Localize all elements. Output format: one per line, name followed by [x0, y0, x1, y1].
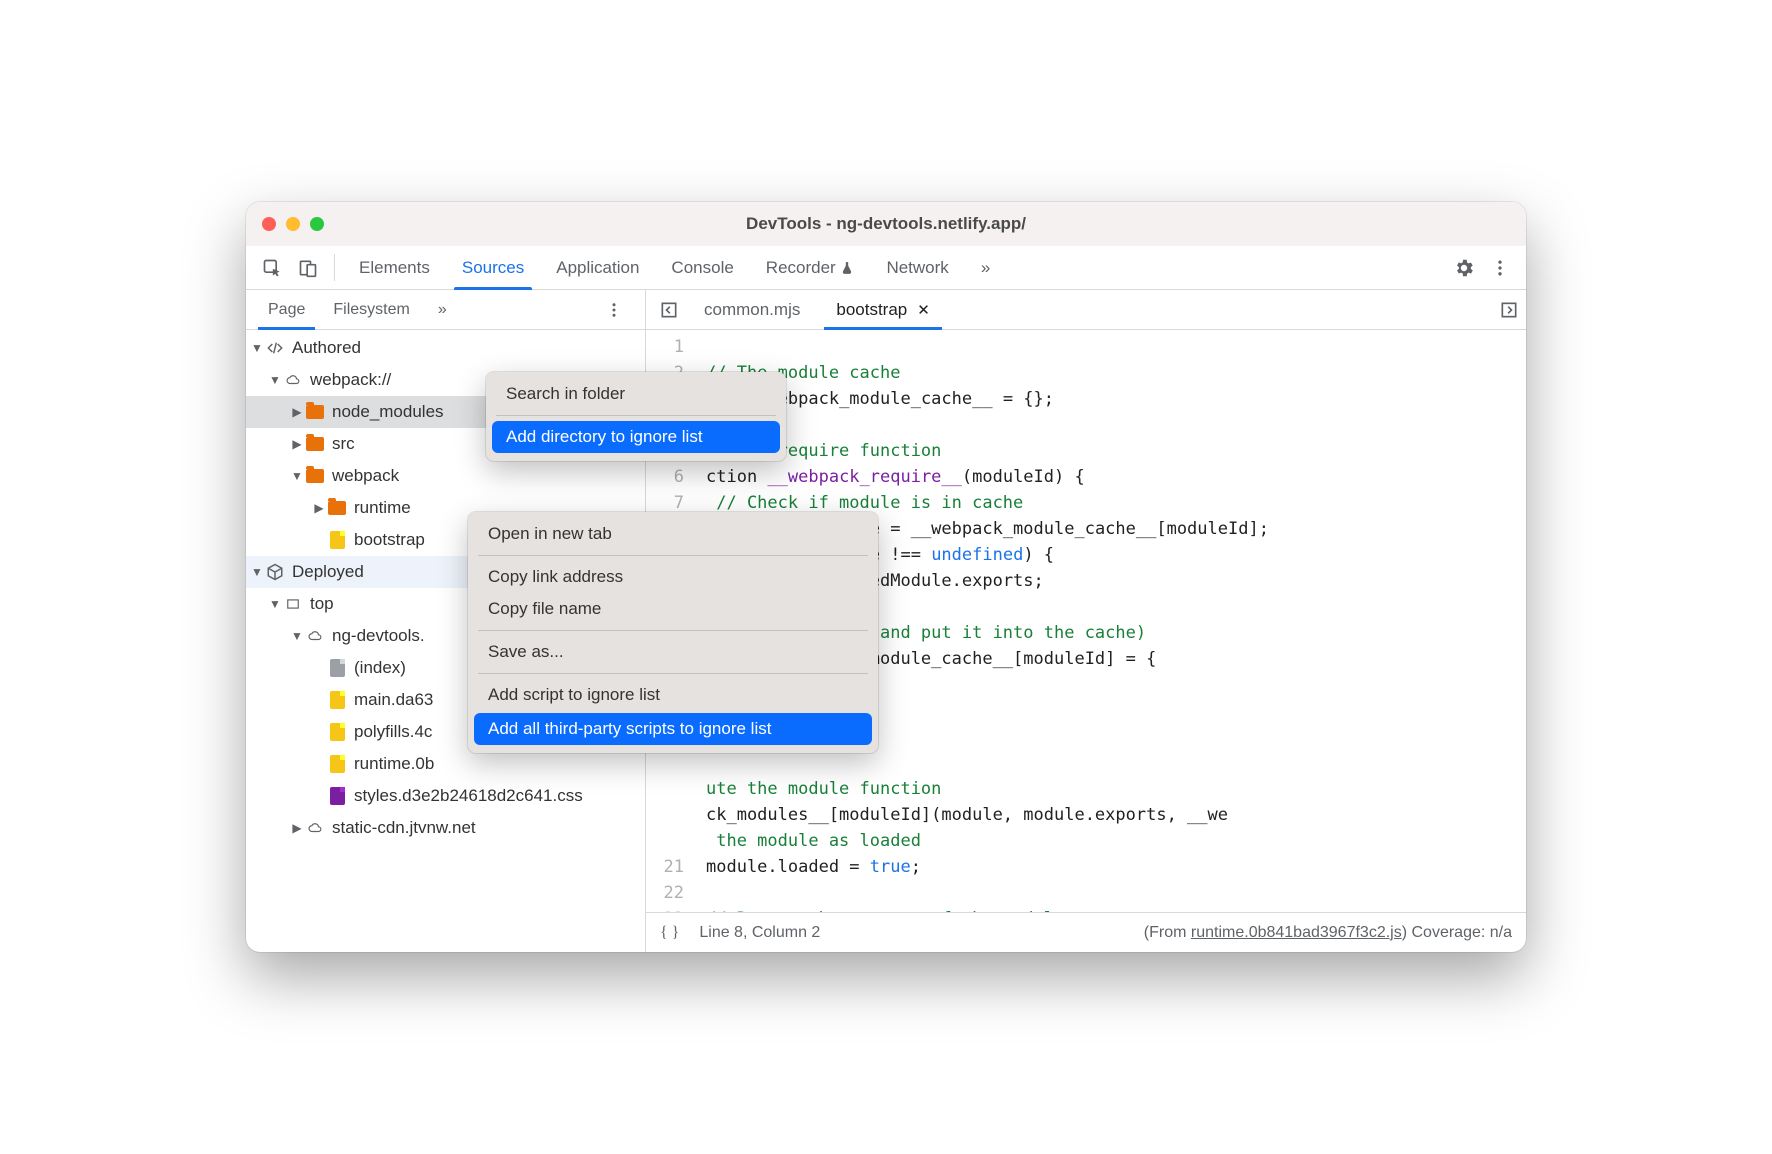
menu-item-add-all-3p-ignore[interactable]: Add all third-party scripts to ignore li… [474, 713, 872, 745]
tab-network[interactable]: Network [870, 246, 964, 289]
kebab-menu-icon[interactable] [1482, 246, 1518, 289]
code-icon [264, 337, 286, 359]
navigator-tabs: Page Filesystem » [246, 290, 645, 330]
editor-history-fwd-icon[interactable] [1492, 290, 1526, 329]
inspect-element-icon[interactable] [254, 246, 290, 289]
frame-icon [282, 593, 304, 615]
pretty-print-icon[interactable]: { } [660, 924, 679, 942]
folder-icon [326, 497, 348, 519]
context-menu-file: Open in new tab Copy link address Copy f… [468, 512, 878, 753]
titlebar: DevTools - ng-devtools.netlify.app/ [246, 202, 1526, 246]
tree-label: Deployed [292, 562, 364, 582]
context-menu-folder: Search in folder Add directory to ignore… [486, 372, 786, 461]
file-icon [326, 753, 348, 775]
editor-history-back-icon[interactable] [652, 290, 686, 329]
tree-label: src [332, 434, 355, 454]
devtools-window: DevTools - ng-devtools.netlify.app/ Elem… [246, 202, 1526, 952]
flask-icon [840, 260, 854, 276]
tab-recorder[interactable]: Recorder [750, 246, 871, 289]
device-toolbar-icon[interactable] [290, 246, 326, 289]
editor-tabs: common.mjs bootstrap ✕ [646, 290, 1526, 330]
tree-item-webpack-folder[interactable]: ▼ webpack [246, 460, 645, 492]
tree-label: static-cdn.jtvnw.net [332, 818, 476, 838]
folder-icon [304, 433, 326, 455]
file-icon [326, 657, 348, 679]
tabs-overflow[interactable]: » [965, 246, 1006, 289]
file-icon [326, 721, 348, 743]
tab-console[interactable]: Console [655, 246, 749, 289]
navtab-filesystem[interactable]: Filesystem [319, 290, 423, 329]
sources-body: Page Filesystem » ▼ Authored ▼ webpack:/… [246, 290, 1526, 952]
menu-item-search-folder[interactable]: Search in folder [486, 378, 786, 410]
menu-item-add-script-ignore[interactable]: Add script to ignore list [468, 679, 878, 711]
tree-label: top [310, 594, 334, 614]
tree-group-authored[interactable]: ▼ Authored [246, 332, 645, 364]
file-icon [326, 785, 348, 807]
cloud-icon [282, 369, 304, 391]
tab-elements[interactable]: Elements [343, 246, 446, 289]
cloud-icon [304, 625, 326, 647]
window-title: DevTools - ng-devtools.netlify.app/ [246, 214, 1526, 234]
tree-label: bootstrap [354, 530, 425, 550]
tree-label: Authored [292, 338, 361, 358]
tree-label: webpack [332, 466, 399, 486]
devtools-main-tabs: Elements Sources Application Console Rec… [246, 246, 1526, 290]
tree-file-styles[interactable]: styles.d3e2b24618d2c641.css [246, 780, 645, 812]
tree-label: ng-devtools. [332, 626, 425, 646]
folder-icon [304, 465, 326, 487]
file-icon [326, 529, 348, 551]
source-origin: (From runtime.0b841bad3967f3c2.js) Cover… [1144, 924, 1512, 942]
tree-label: polyfills.4c [354, 722, 432, 742]
cloud-icon [304, 817, 326, 839]
menu-item-save-as[interactable]: Save as... [468, 636, 878, 668]
menu-item-open-new-tab[interactable]: Open in new tab [468, 518, 878, 550]
tree-label: main.da63 [354, 690, 433, 710]
editor-tab-common[interactable]: common.mjs [686, 290, 818, 329]
tab-application[interactable]: Application [540, 246, 655, 289]
tree-label: runtime [354, 498, 411, 518]
tree-label: styles.d3e2b24618d2c641.css [354, 786, 583, 806]
menu-item-copy-link[interactable]: Copy link address [468, 561, 878, 593]
folder-icon [304, 401, 326, 423]
tree-label: webpack:// [310, 370, 391, 390]
menu-item-add-dir-ignore[interactable]: Add directory to ignore list [492, 421, 780, 453]
navigator-kebab-icon[interactable] [591, 290, 637, 329]
navtab-overflow[interactable]: » [424, 290, 461, 329]
source-link[interactable]: runtime.0b841bad3967f3c2.js [1191, 924, 1402, 941]
tree-item-static-cdn[interactable]: ▶ static-cdn.jtvnw.net [246, 812, 645, 844]
editor-tab-bootstrap[interactable]: bootstrap ✕ [818, 290, 947, 329]
tree-label: runtime.0b [354, 754, 434, 774]
cursor-position: Line 8, Column 2 [699, 924, 820, 942]
deployed-icon [264, 561, 286, 583]
tab-sources[interactable]: Sources [446, 246, 540, 289]
tree-label: (index) [354, 658, 406, 678]
file-icon [326, 689, 348, 711]
settings-gear-icon[interactable] [1446, 246, 1482, 289]
navtab-page[interactable]: Page [254, 290, 319, 329]
close-icon[interactable]: ✕ [917, 301, 930, 319]
editor-statusbar: { } Line 8, Column 2 (From runtime.0b841… [646, 912, 1526, 952]
menu-item-copy-filename[interactable]: Copy file name [468, 593, 878, 625]
tree-label: node_modules [332, 402, 444, 422]
